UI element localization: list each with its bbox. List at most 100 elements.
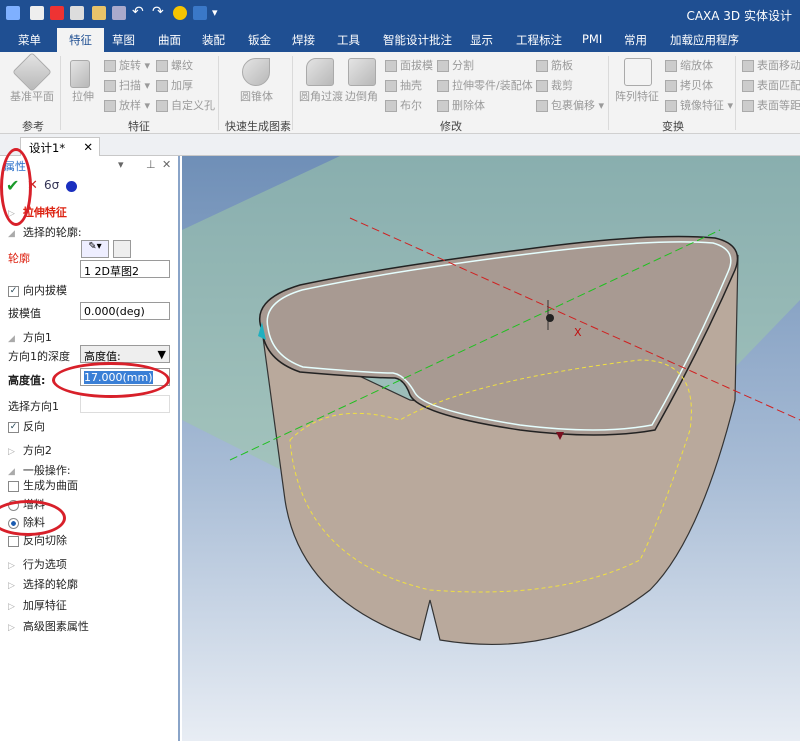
- bulb-icon[interactable]: [173, 6, 187, 20]
- custom-hole-button[interactable]: 自定义孔: [156, 97, 215, 113]
- doc-tab-label: 设计1*: [29, 141, 66, 155]
- height-label: 高度值:: [8, 374, 46, 387]
- section-direction2[interactable]: ▷ 方向2: [8, 442, 52, 458]
- close-icon[interactable]: ✕: [83, 140, 93, 154]
- tab-addins[interactable]: 加载应用程序: [670, 32, 739, 48]
- panel-menu-icon[interactable]: ▾: [118, 158, 124, 171]
- close-panel-icon[interactable]: ✕: [162, 158, 171, 171]
- extrude-part-button[interactable]: 拉伸零件/装配体: [437, 77, 533, 93]
- depth-label: 方向1的深度: [8, 350, 70, 363]
- tab-menu[interactable]: 菜单: [18, 32, 41, 48]
- group-modify: 修改: [440, 120, 462, 133]
- properties-panel: 属性 ▾ ⊥ ✕ ✔ ✕ 6σ ▷ 拉伸特征 ◢ 选择的轮廓: 轮廓 ✎▾ 1 2D…: [0, 156, 180, 741]
- cone-button[interactable]: 圆锥体: [240, 88, 273, 104]
- tab-tools[interactable]: 工具: [337, 32, 360, 48]
- delete-body-button[interactable]: 删除体: [437, 97, 485, 113]
- datum-plane-icon: [12, 52, 52, 92]
- face-draft-button[interactable]: 面拔模: [385, 57, 433, 73]
- close-doc-icon[interactable]: [50, 6, 64, 20]
- help-icon[interactable]: [66, 181, 77, 192]
- extrude-button[interactable]: 拉伸: [72, 88, 94, 104]
- sketch-view-icon[interactable]: [113, 240, 131, 258]
- scale-body-button[interactable]: 缩放体: [665, 57, 713, 73]
- ribbon: 基准平面 参考 拉伸 旋转 ▾ 扫描 ▾ 放样 ▾ 螺纹 加厚 自定义孔 特征 …: [0, 52, 800, 134]
- trim-button[interactable]: 裁剪: [536, 77, 573, 93]
- reverse-checkbox[interactable]: ✓ 反向: [8, 418, 45, 434]
- annotation-circle: [0, 148, 32, 226]
- group-feature: 特征: [128, 120, 150, 133]
- as-surface-checkbox[interactable]: 生成为曲面: [8, 477, 78, 493]
- thicken-button[interactable]: 加厚: [156, 77, 193, 93]
- tab-assembly[interactable]: 装配: [202, 32, 225, 48]
- section-direction1[interactable]: ◢ 方向1: [8, 329, 52, 345]
- document-tabs: 设计1* ✕: [0, 134, 800, 156]
- open-icon[interactable]: [92, 6, 106, 20]
- thread-button[interactable]: 螺纹: [156, 57, 193, 73]
- select-direction-input[interactable]: [80, 395, 170, 413]
- draft-label: 拔模值: [8, 307, 41, 320]
- tab-pmi[interactable]: PMI: [582, 32, 602, 46]
- face-match-button[interactable]: 表面匹配: [742, 77, 800, 93]
- split-button[interactable]: 分割: [437, 57, 474, 73]
- tab-feature[interactable]: 特征: [57, 28, 104, 52]
- doc-tab-design1[interactable]: 设计1* ✕: [20, 137, 100, 156]
- chamfer-button[interactable]: 边倒角: [345, 88, 378, 104]
- loft-button[interactable]: 放样 ▾: [104, 97, 150, 113]
- group-reference: 参考: [22, 120, 44, 133]
- x-axis-label: X: [574, 326, 582, 339]
- section-general[interactable]: ◢ 一般操作:: [8, 462, 71, 478]
- edit-sketch-icon[interactable]: ✎▾: [81, 240, 109, 258]
- tab-common[interactable]: 常用: [624, 32, 647, 48]
- tab-sketch[interactable]: 草图: [112, 32, 135, 48]
- rib-button[interactable]: 筋板: [536, 57, 573, 73]
- face-offset-button[interactable]: 表面等距: [742, 97, 800, 113]
- depth-type-select[interactable]: 高度值: ▼: [80, 345, 170, 363]
- save-icon[interactable]: [112, 6, 126, 20]
- extrude-icon: [70, 60, 90, 88]
- section-selected-profile-2[interactable]: ▷ 选择的轮廓: [8, 576, 78, 592]
- tab-engineering-annotation[interactable]: 工程标注: [516, 32, 562, 48]
- tab-display[interactable]: 显示: [470, 32, 493, 48]
- preview-icon[interactable]: 6σ: [44, 178, 59, 192]
- doc-icon[interactable]: [70, 6, 84, 20]
- profile-list[interactable]: 1 2D草图2: [80, 260, 170, 278]
- tab-sheetmetal[interactable]: 钣金: [248, 32, 271, 48]
- select-direction-label: 选择方向1: [8, 400, 59, 413]
- datum-plane-button[interactable]: 基准平面: [10, 88, 54, 104]
- pattern-button[interactable]: 阵列特征: [615, 88, 659, 104]
- face-move-button[interactable]: 表面移动: [742, 57, 800, 73]
- dropdown-icon[interactable]: ▾: [212, 6, 226, 20]
- tab-surface[interactable]: 曲面: [158, 32, 181, 48]
- section-selected-profile[interactable]: ◢ 选择的轮廓:: [8, 224, 82, 240]
- app-title: CAXA 3D 实体设计: [686, 9, 792, 23]
- app-menu-icon[interactable]: [6, 6, 20, 20]
- fillet-icon: [306, 58, 334, 86]
- undo-icon[interactable]: ↶: [132, 4, 146, 20]
- revolve-button[interactable]: 旋转 ▾: [104, 57, 150, 73]
- tree-icon[interactable]: [193, 6, 207, 20]
- shell-button[interactable]: 抽壳: [385, 77, 422, 93]
- sweep-button[interactable]: 扫描 ▾: [104, 77, 150, 93]
- section-thicken[interactable]: ▷ 加厚特征: [8, 597, 67, 613]
- copy-body-button[interactable]: 拷贝体: [665, 77, 713, 93]
- title-bar: ↶ ↷ ▾ CAXA 3D 实体设计: [0, 0, 800, 28]
- boolean-button[interactable]: 布尔: [385, 97, 422, 113]
- anchor-icon[interactable]: [546, 314, 554, 322]
- ribbon-tabs: 菜单 特征 草图 曲面 装配 钣金 焊接 工具 智能设计批注 显示 工程标注 P…: [0, 28, 800, 52]
- group-quick-primitives: 快速生成图素: [225, 120, 291, 133]
- mirror-feature-button[interactable]: 镜像特征 ▾: [665, 97, 733, 113]
- wrap-offset-button[interactable]: 包裹偏移 ▾: [536, 97, 604, 113]
- new-icon[interactable]: [30, 6, 44, 20]
- fillet-button[interactable]: 圆角过渡: [299, 88, 343, 104]
- tab-smart-annotation[interactable]: 智能设计批注: [383, 32, 452, 48]
- section-advanced[interactable]: ▷ 高级图素属性: [8, 618, 89, 634]
- redo-icon[interactable]: ↷: [152, 4, 166, 20]
- draft-inward-checkbox[interactable]: ✓ 向内拔模: [8, 282, 67, 298]
- section-behavior[interactable]: ▷ 行为选项: [8, 556, 67, 572]
- 3d-viewport[interactable]: X: [182, 156, 800, 741]
- tab-welding[interactable]: 焊接: [292, 32, 315, 48]
- draft-value-input[interactable]: 0.000(deg): [80, 302, 170, 320]
- profile-label: 轮廓: [8, 252, 30, 265]
- chevron-down-icon: ▼: [157, 348, 166, 361]
- pin-icon[interactable]: ⊥: [146, 158, 156, 171]
